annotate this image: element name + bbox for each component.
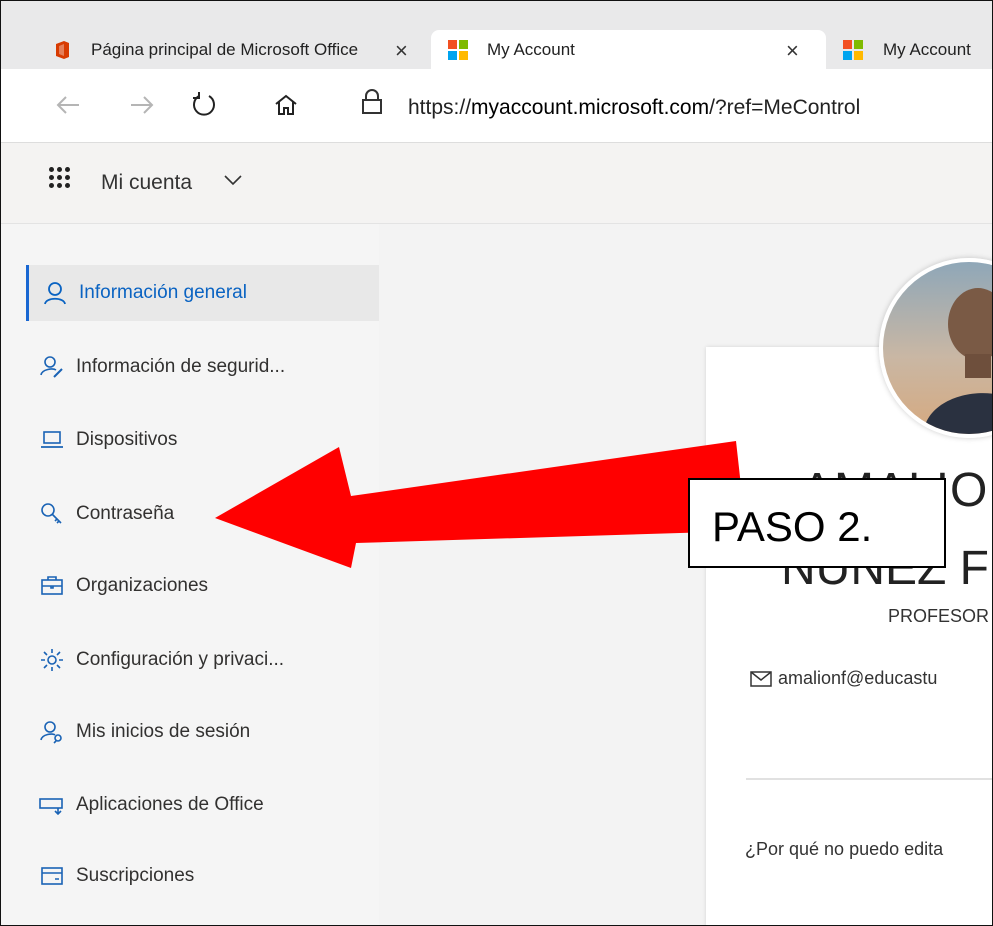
tab-office-home[interactable]: Página principal de Microsoft Office × (35, 30, 430, 70)
sidebar-item-label: Configuración y privaci... (76, 649, 285, 670)
sidebar-item-label: Contraseña (76, 503, 175, 524)
sidebar-item-label: Información de segurid... (76, 356, 286, 377)
laptop-icon (39, 427, 65, 453)
app-launcher-icon[interactable] (49, 167, 70, 188)
tab-my-account[interactable]: My Account (829, 30, 992, 70)
step-annotation-box: PASO 2. (688, 478, 946, 568)
sidebar-item-overview[interactable]: Información general (26, 265, 381, 321)
tab-label: My Account (487, 40, 575, 59)
sidebar-item-sign-ins[interactable]: Mis inicios de sesión (26, 704, 378, 760)
home-icon[interactable] (273, 93, 299, 117)
sidebar-item-office-apps[interactable]: Aplicaciones de Office (26, 777, 378, 833)
browser-window: Página principal de Microsoft Office × M… (0, 0, 993, 926)
url-scheme: https:// (408, 96, 472, 119)
sidebar-item-label: Información general (79, 282, 247, 303)
tab-label: My Account (883, 40, 971, 59)
divider (746, 778, 992, 780)
sidebar-item-label: Mis inicios de sesión (76, 721, 251, 742)
close-tab-icon[interactable]: × (786, 38, 799, 64)
person-icon (42, 280, 68, 306)
briefcase-icon (39, 573, 65, 599)
back-icon[interactable] (55, 94, 81, 116)
mail-icon (750, 671, 772, 687)
app-title[interactable]: Mi cuenta (101, 171, 192, 195)
url-domain: myaccount.microsoft.com (471, 96, 710, 119)
url-path: /?ref=MeControl (709, 96, 861, 119)
close-tab-icon[interactable]: × (395, 38, 408, 64)
chevron-down-icon[interactable] (223, 173, 243, 187)
sidebar-item-security-info[interactable]: Información de segurid... (26, 339, 378, 395)
person-signin-icon (39, 719, 65, 745)
red-arrow-annotation (215, 441, 746, 568)
sidebar-item-label: Dispositivos (76, 429, 178, 450)
sidebar-item-settings-privacy[interactable]: Configuración y privaci... (26, 632, 378, 688)
profile-email: amalionf@educastu (778, 668, 938, 688)
refresh-icon[interactable] (191, 90, 217, 118)
url-field[interactable]: https://myaccount.microsoft.com/?ref=MeC… (408, 96, 860, 120)
sidebar-item-label: Suscripciones (76, 865, 195, 886)
gear-icon (39, 647, 65, 673)
tab-label: Página principal de Microsoft Office (91, 40, 359, 59)
tab-my-account-active[interactable]: My Account × (431, 30, 826, 70)
sidebar-item-subscriptions[interactable]: Suscripciones (26, 848, 378, 904)
forward-icon[interactable] (129, 94, 155, 116)
step-annotation-label: PASO 2. (712, 503, 873, 550)
lock-icon[interactable] (361, 88, 383, 116)
card-icon (39, 863, 65, 889)
sidebar-item-label: Aplicaciones de Office (76, 794, 264, 815)
office-icon (56, 41, 69, 59)
microsoft-logo-icon (843, 40, 863, 60)
person-key-icon (39, 354, 65, 380)
sidebar-item-label: Organizaciones (76, 575, 209, 596)
tab-strip: Página principal de Microsoft Office × M… (1, 1, 992, 70)
address-bar: https://myaccount.microsoft.com/?ref=MeC… (1, 70, 992, 143)
profile-role: PROFESOR (888, 606, 990, 626)
office-apps-icon (39, 792, 65, 818)
microsoft-logo-icon (448, 40, 468, 60)
why-cant-edit-link[interactable]: ¿Por qué no puedo edita (745, 839, 943, 860)
key-icon (39, 501, 65, 527)
